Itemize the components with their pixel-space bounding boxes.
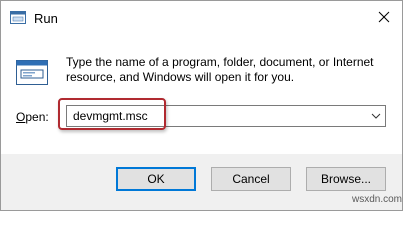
title-bar[interactable]: Run <box>1 1 402 35</box>
open-label-rest: pen: <box>25 110 49 124</box>
open-label-mnemonic: O <box>16 110 26 124</box>
watermark: wsxdn.com <box>352 194 403 205</box>
open-label: Open: <box>16 110 49 124</box>
dialog-description: Type the name of a program, folder, docu… <box>66 55 374 84</box>
browse-button[interactable]: Browse... <box>306 167 386 191</box>
close-icon[interactable] <box>369 3 399 31</box>
chevron-down-icon[interactable] <box>370 111 382 121</box>
window-title: Run <box>34 11 58 26</box>
dialog-body: Type the name of a program, folder, docu… <box>1 35 402 154</box>
run-program-icon <box>16 60 48 85</box>
button-bar: OK Cancel Browse... <box>1 154 402 210</box>
run-icon <box>10 11 26 24</box>
annotation-highlight-box <box>58 98 166 130</box>
cancel-button[interactable]: Cancel <box>211 167 291 191</box>
run-dialog: Run Type the name of a program, folder, … <box>0 0 403 211</box>
ok-button[interactable]: OK <box>116 167 196 191</box>
